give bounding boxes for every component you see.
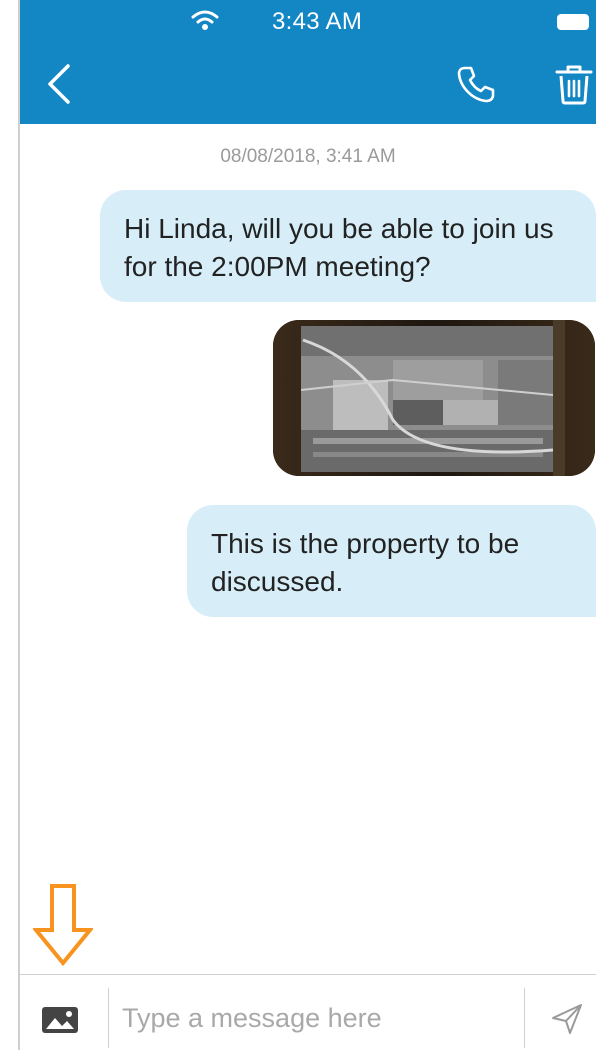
phone-icon: [457, 66, 495, 103]
image-icon: [42, 1007, 78, 1033]
call-button[interactable]: [456, 64, 496, 104]
delete-button[interactable]: [554, 62, 594, 106]
message-input[interactable]: [122, 996, 512, 1040]
left-margin: [0, 0, 18, 1050]
composer-separator: [524, 988, 525, 1048]
aerial-photo: [273, 320, 595, 476]
attach-image-button[interactable]: [40, 1005, 80, 1035]
message-bubble-outgoing[interactable]: Hi Linda, will you be able to join us fo…: [100, 190, 596, 302]
message-image[interactable]: [273, 320, 595, 476]
wifi-icon: [191, 10, 219, 30]
composer-divider: [20, 974, 596, 975]
send-icon: [552, 1004, 582, 1034]
status-time: 3:43 AM: [272, 8, 363, 35]
arrow-down-icon: [33, 884, 93, 966]
message-timestamp: 08/08/2018, 3:41 AM: [220, 146, 396, 167]
chevron-left-icon: [48, 64, 70, 104]
send-button[interactable]: [550, 1002, 584, 1036]
chat-header: 3:43 AM: [20, 0, 596, 124]
composer-separator: [108, 988, 109, 1048]
trash-icon: [555, 65, 593, 105]
message-bubble-outgoing[interactable]: This is the property to be discussed.: [187, 505, 596, 617]
back-button[interactable]: [42, 62, 78, 106]
battery-icon: [557, 14, 589, 30]
